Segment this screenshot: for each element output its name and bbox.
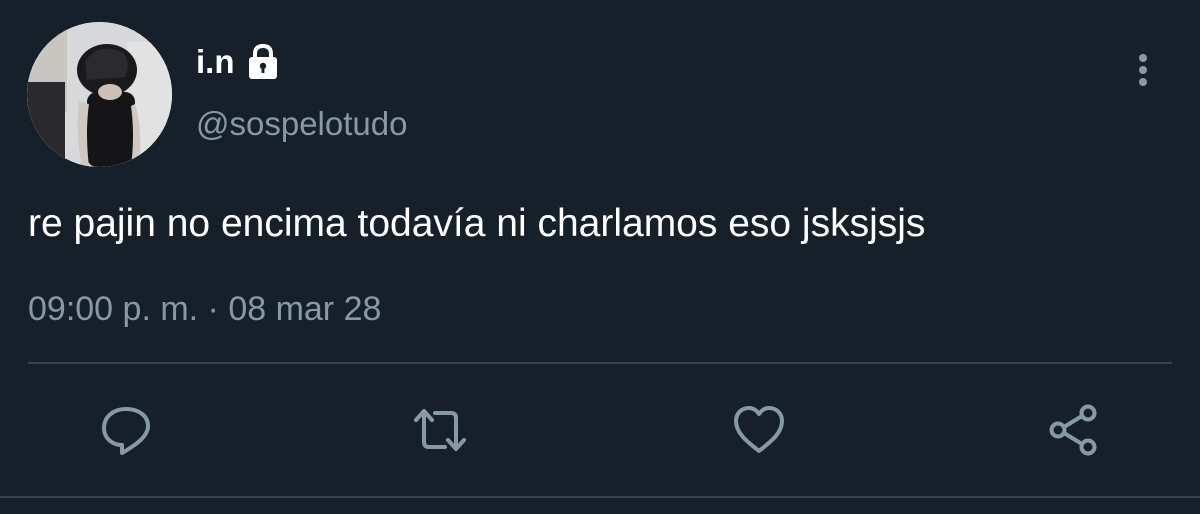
lock-icon bbox=[243, 42, 283, 82]
tweet-timestamp[interactable]: 09:00 p. m. · 08 mar 28 bbox=[28, 289, 381, 329]
display-name[interactable]: i.n bbox=[196, 42, 235, 82]
share-icon bbox=[1049, 404, 1097, 456]
tweet-detail: i.n @sospelotudo re pajin no encima toda… bbox=[0, 0, 1200, 514]
reply-icon bbox=[102, 407, 150, 455]
bottom-divider bbox=[0, 496, 1200, 498]
retweet-button[interactable] bbox=[412, 402, 468, 458]
share-button[interactable] bbox=[1046, 402, 1102, 458]
user-handle[interactable]: @sospelotudo bbox=[196, 104, 407, 144]
tweet-text: re pajin no encima todavía ni charlamos … bbox=[28, 202, 926, 245]
divider bbox=[28, 362, 1172, 364]
avatar[interactable] bbox=[27, 22, 172, 167]
more-vertical-icon[interactable] bbox=[1125, 48, 1161, 92]
reply-button[interactable] bbox=[98, 402, 154, 458]
display-name-row[interactable]: i.n bbox=[196, 42, 283, 82]
heart-icon bbox=[734, 406, 784, 453]
retweet-icon bbox=[414, 409, 466, 451]
avatar-image bbox=[27, 22, 172, 167]
like-button[interactable] bbox=[731, 402, 787, 458]
